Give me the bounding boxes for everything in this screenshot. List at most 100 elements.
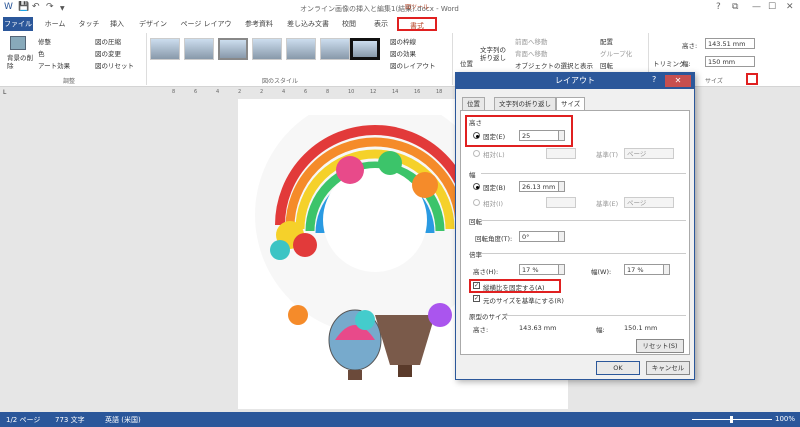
word-count[interactable]: 773 文字 [55,415,85,425]
color-button[interactable]: 色 [38,48,45,58]
tab-references[interactable]: 参考資料 [243,17,275,31]
ruler-number: 4 [216,89,220,95]
width-relative-radio[interactable] [473,199,480,206]
height-fixed-radio[interactable] [473,132,480,139]
crop-button[interactable]: トリミング [653,58,686,68]
context-tool-label: 図ツール [404,4,429,11]
picture-style-thumb[interactable] [150,38,180,60]
cancel-button[interactable]: キャンセル [646,361,690,375]
tab-page-layout[interactable]: ページ レイアウト [178,17,234,42]
wrap-text-button[interactable]: 文字列の折り返し [480,46,512,62]
position-button[interactable]: 位置 [460,58,473,68]
picture-border-button[interactable]: 図の枠線 [390,36,416,46]
tab-touch[interactable]: タッチ [78,17,100,31]
divider [481,253,686,254]
tab-file[interactable]: ファイル [3,17,33,31]
qat-menu-icon[interactable]: ▼ [60,5,65,12]
ruler-number: 12 [370,89,377,95]
selection-pane-button[interactable]: オブジェクトの選択と表示 [515,60,593,70]
reset-button[interactable]: リセット(S) [636,339,684,353]
scale-height-input[interactable]: 17 % [519,264,559,275]
rotate-spinner[interactable] [559,231,565,242]
page-count[interactable]: 1/2 ページ [6,415,40,425]
save-icon[interactable]: 💾 [18,2,29,12]
ruler-number: 4 [282,89,286,95]
height-relative-input[interactable] [546,148,576,159]
ribbon-width-input[interactable]: 150 mm [705,56,755,67]
tab-insert[interactable]: 挿入 [108,17,126,31]
width-fixed-input[interactable]: 26.13 mm [519,181,559,192]
original-width-label: 幅: [596,326,605,334]
tab-design[interactable]: デザイン [138,17,168,31]
tab-home[interactable]: ホーム [43,17,67,31]
width-fixed-radio[interactable] [473,183,480,190]
minimize-icon[interactable]: — [752,2,761,12]
rotate-angle-label: 回転角度(T): [475,235,513,243]
relative-original-checkbox[interactable]: ✓ [473,295,480,302]
width-relative-input[interactable] [546,197,576,208]
word-icon: W [4,2,13,12]
align-button[interactable]: 配置 [600,36,613,46]
height-fixed-input[interactable]: 25 [519,130,559,141]
picture-styles-group-label: 図のスタイル [262,78,299,85]
ruler-number: 8 [326,89,330,95]
picture-style-thumb[interactable] [320,38,350,60]
scale-height-spinner[interactable] [559,264,565,275]
rotate-button[interactable]: 回転 [600,60,613,70]
tab-mailings[interactable]: 差し込み文書 [286,17,330,31]
size-launcher-icon[interactable] [746,73,758,85]
help-icon[interactable]: ? [716,2,721,12]
width-spinner[interactable] [559,181,565,192]
dialog-help-icon[interactable]: ? [652,75,656,84]
tab-stop-selector[interactable]: L [3,89,6,96]
change-picture-button[interactable]: 図の変更 [95,48,121,58]
artistic-effects-button[interactable]: アート効果 [38,60,70,70]
scale-width-spinner[interactable] [664,264,670,275]
scale-width-input[interactable]: 17 % [624,264,664,275]
dialog-tab-size[interactable]: サイズ [556,97,586,111]
height-fixed-label: 固定(E) [483,133,506,141]
tab-format[interactable]: 書式 [397,17,437,31]
remove-background-button[interactable]: 背景の削除 [7,54,33,70]
zoom-level[interactable]: 100% [775,415,795,423]
picture-style-thumb[interactable] [252,38,282,60]
lock-aspect-checkbox[interactable]: ✓ [473,282,480,289]
dialog-tab-wrap[interactable]: 文字列の折り返し [494,97,556,110]
picture-style-thumb[interactable] [286,38,316,60]
ribbon-display-icon[interactable]: ⧉ [732,2,738,12]
picture-style-thumb[interactable] [184,38,214,60]
maximize-icon[interactable]: ☐ [768,2,776,12]
vertical-ruler [0,98,12,408]
ruler-number: 14 [392,89,399,95]
remove-background-icon [10,36,26,50]
height-spinner[interactable] [559,130,565,141]
corrections-button[interactable]: 修整 [38,36,51,46]
reset-picture-button[interactable]: 図のリセット [95,60,134,70]
zoom-thumb[interactable] [730,416,733,423]
picture-layout-button[interactable]: 図のレイアウト [390,60,436,70]
ribbon-height-input[interactable]: 143.51 mm [705,38,755,49]
undo-icon[interactable]: ↶ [32,2,40,12]
rainbow-balloon-image[interactable] [250,115,470,385]
close-icon[interactable]: ✕ [786,2,794,12]
rotate-angle-input[interactable]: 0° [519,231,559,242]
bring-forward-button[interactable]: 前面へ移動 [515,36,548,46]
picture-style-thumb[interactable] [350,38,380,60]
height-relative-radio[interactable] [473,150,480,157]
picture-effects-button[interactable]: 図の効果 [390,48,416,58]
ok-button[interactable]: OK [596,361,640,375]
width-basis-select[interactable]: ページ [624,197,674,208]
group-button[interactable]: グループ化 [600,48,632,58]
tab-review[interactable]: 校閲 [340,17,358,31]
dialog-close-button[interactable]: ✕ [665,75,691,87]
tab-view[interactable]: 表示 [372,17,390,31]
picture-style-thumb[interactable] [218,38,248,60]
compress-pictures-button[interactable]: 図の圧縮 [95,36,121,46]
size-tab-panel: 高さ 固定(E) 25 相対(L) 基準(T) ページ 幅 固定(B) 26.1… [460,110,690,355]
ruler-number: 8 [172,89,176,95]
redo-icon[interactable]: ↷ [46,2,54,12]
height-basis-select[interactable]: ページ [624,148,674,159]
language-status[interactable]: 英語 (米国) [105,415,141,425]
dialog-tab-position[interactable]: 位置 [462,97,485,110]
send-backward-button[interactable]: 背面へ移動 [515,48,548,58]
